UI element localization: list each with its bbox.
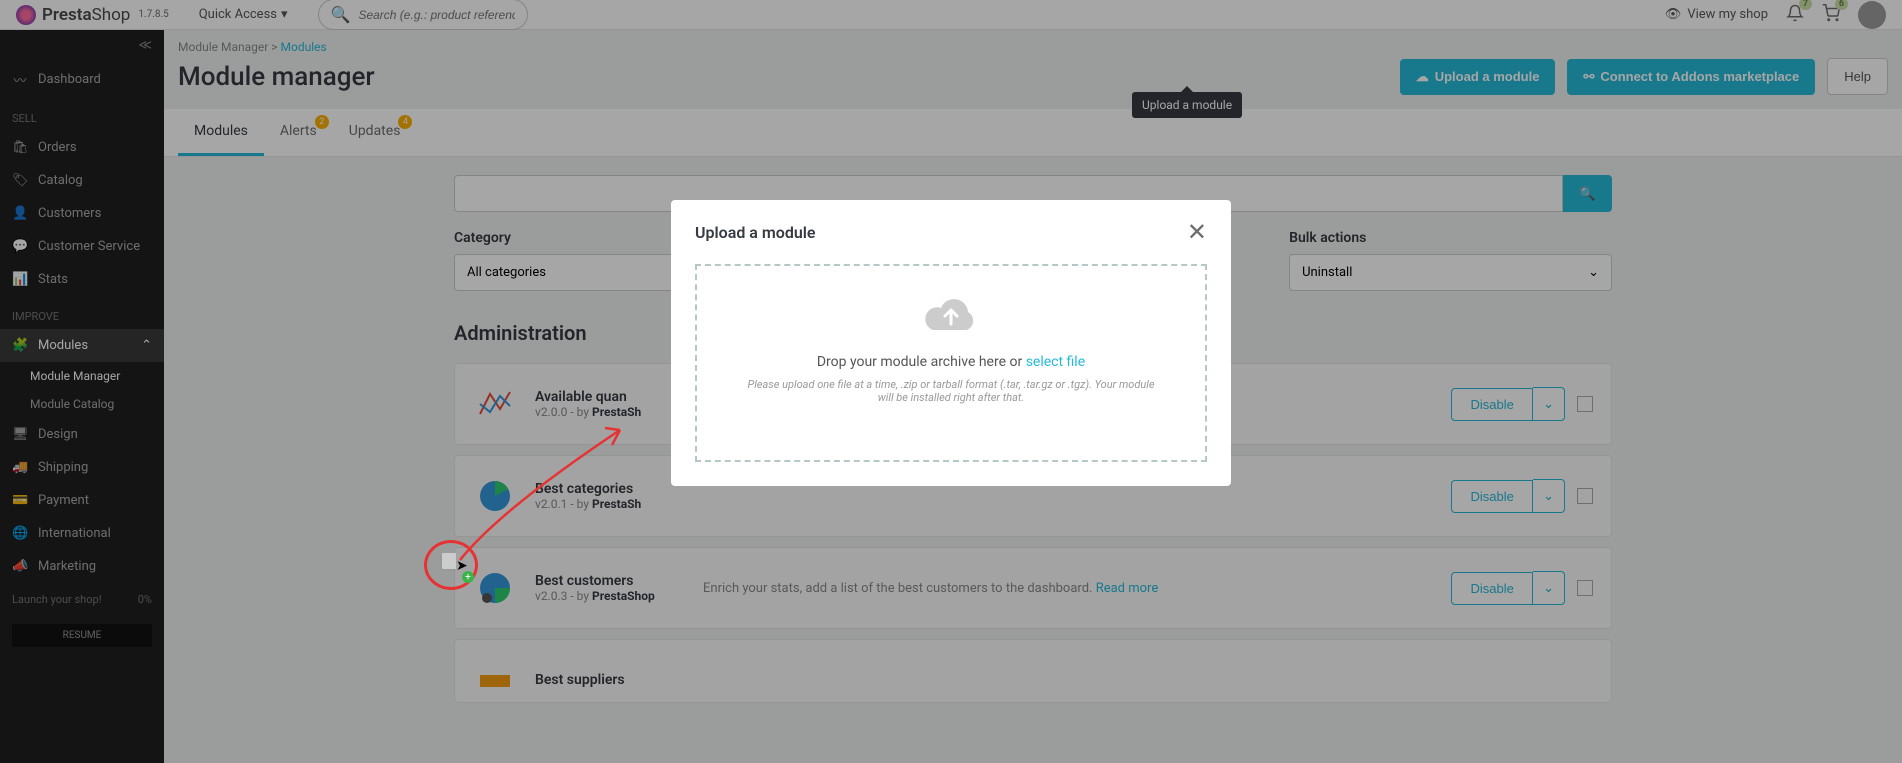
select-file-link[interactable]: select file xyxy=(1026,354,1085,370)
dropzone-text: Drop your module archive here or select … xyxy=(721,354,1181,370)
dropzone[interactable]: Drop your module archive here or select … xyxy=(695,264,1207,462)
modal-title: Upload a module xyxy=(695,223,816,242)
upload-modal: Upload a module ✕ Drop your module archi… xyxy=(671,200,1231,486)
cloud-upload-icon xyxy=(721,292,1181,346)
dropzone-hint: Please upload one file at a time, .zip o… xyxy=(721,378,1181,404)
close-icon[interactable]: ✕ xyxy=(1187,218,1207,246)
modal-overlay[interactable]: Upload a module ✕ Drop your module archi… xyxy=(0,0,1902,763)
